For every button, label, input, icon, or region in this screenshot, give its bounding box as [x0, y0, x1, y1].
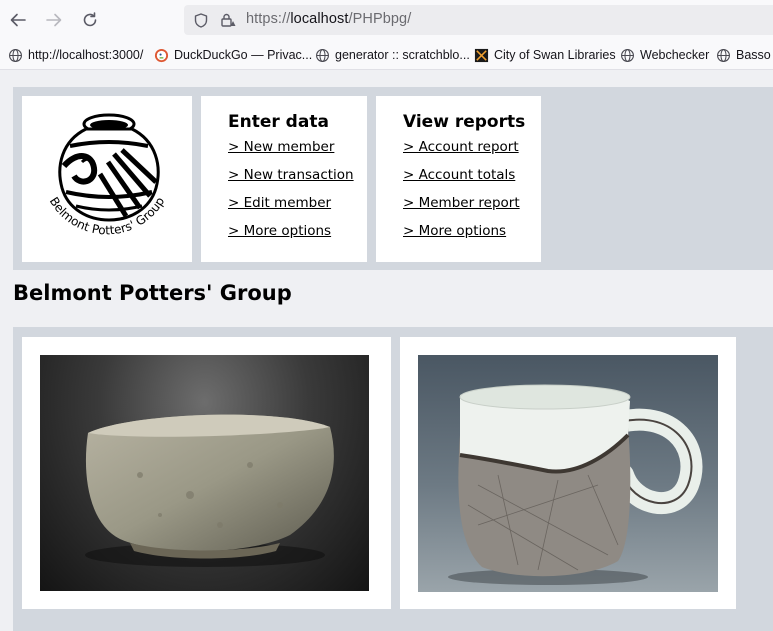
view-reports-card: View reports > Account report > Account …	[376, 96, 541, 262]
bowl-photo	[40, 355, 369, 591]
arrow-right-icon	[46, 13, 62, 27]
pot-logo: Belmont Potters' Group	[47, 113, 167, 237]
account-totals-link[interactable]: > Account totals	[403, 167, 541, 195]
edit-member-link[interactable]: > Edit member	[228, 195, 367, 223]
page-title: Belmont Potters' Group	[13, 281, 292, 305]
address-bar[interactable]: https://localhost/PHPbpg/	[184, 5, 773, 35]
page-content: Belmont Potters' Group Enter data > New …	[0, 71, 773, 631]
bookmark-item[interactable]: DuckDuckGo — Privac...	[154, 47, 312, 63]
globe-icon	[316, 48, 329, 62]
lock-warning-icon[interactable]	[220, 12, 236, 28]
bookmark-item[interactable]: Webchecker	[620, 47, 709, 63]
view-more-options-link[interactable]: > More options	[403, 223, 541, 251]
globe-icon	[621, 48, 634, 62]
bookmark-item[interactable]: http://localhost:3000/	[8, 47, 143, 63]
forward-button[interactable]	[44, 10, 64, 30]
gallery-band	[13, 327, 773, 631]
reload-button[interactable]	[80, 10, 100, 30]
logo-card: Belmont Potters' Group	[22, 96, 192, 262]
header-band: Belmont Potters' Group Enter data > New …	[13, 87, 773, 270]
member-report-link[interactable]: > Member report	[403, 195, 541, 223]
browser-toolbar: https://localhost/PHPbpg/	[0, 0, 773, 40]
globe-icon	[9, 48, 22, 62]
reload-icon	[83, 12, 97, 27]
library-icon	[474, 48, 489, 62]
photo-card	[22, 337, 391, 609]
bookmark-item[interactable]: Basso I	[716, 47, 773, 63]
url-text[interactable]: https://localhost/PHPbpg/	[246, 11, 411, 27]
arrow-left-icon	[10, 13, 26, 27]
view-reports-title: View reports	[403, 112, 526, 132]
duckduckgo-icon	[154, 48, 169, 62]
enter-data-card: Enter data > New member > New transactio…	[201, 96, 367, 262]
photo-card	[400, 337, 736, 609]
bookmark-item[interactable]: generator :: scratchblo...	[315, 47, 470, 63]
mug-photo	[418, 355, 718, 592]
globe-icon	[717, 48, 730, 62]
bookmark-item[interactable]: City of Swan Libraries	[474, 47, 616, 63]
new-transaction-link[interactable]: > New transaction	[228, 167, 367, 195]
bookmarks-bar: http://localhost:3000/ DuckDuckGo — Priv…	[0, 40, 773, 70]
mug-illustration	[448, 384, 703, 585]
back-button[interactable]	[8, 10, 28, 30]
enter-data-title: Enter data	[228, 112, 329, 132]
account-report-link[interactable]: > Account report	[403, 139, 541, 167]
enter-more-options-link[interactable]: > More options	[228, 223, 367, 251]
bowl-illustration	[85, 414, 334, 567]
shield-icon[interactable]	[194, 13, 208, 28]
new-member-link[interactable]: > New member	[228, 139, 367, 167]
